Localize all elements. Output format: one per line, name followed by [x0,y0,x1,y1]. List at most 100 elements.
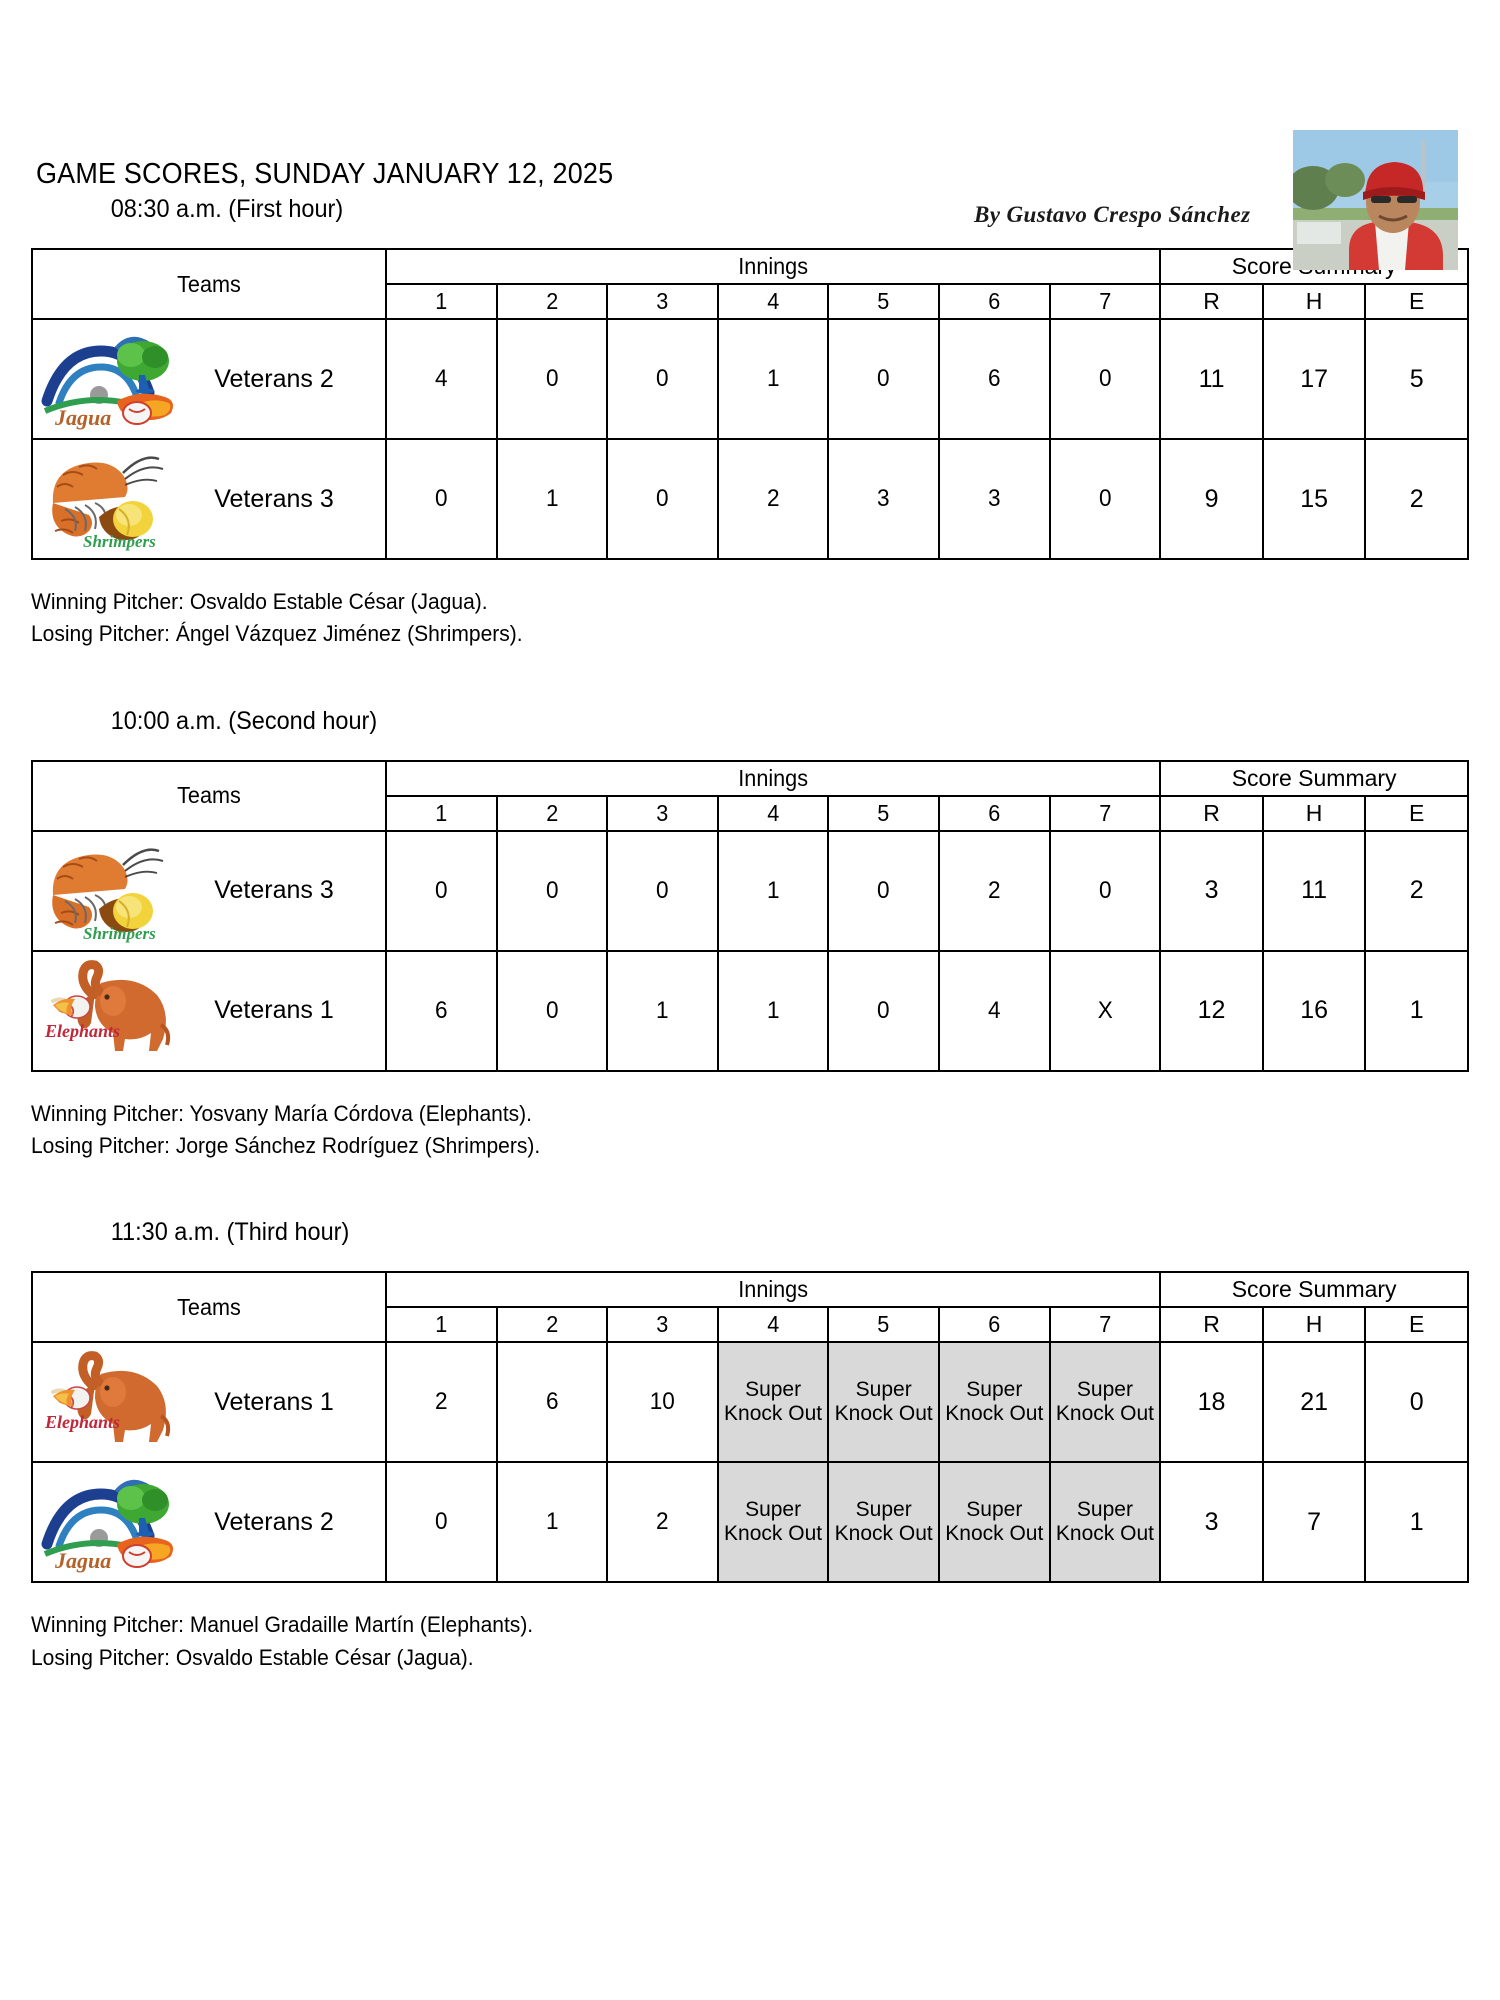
team-cell: Elephants Veterans 1 [31,1341,387,1464]
table-header-row-top: Teams Innings Score Summary [32,248,1469,320]
header-inning-6: 6 [941,794,1048,832]
inning-cell: 3 [941,438,1048,560]
svg-text:Jagua: Jagua [54,405,111,430]
losing-pitcher-label: Losing Pitcher: [31,1644,170,1670]
game-2-score-table: Teams Innings Score Summary 1 2 3 4 5 6 … [31,759,1469,1072]
inning-cell-knockout: Super Knock Out [827,1341,940,1464]
table-header-row-top: Teams Innings Score Summary [32,1271,1469,1344]
table-row: Shrimpers Veterans 3 0 1 0 2 3 3 0 9 15 … [31,438,1469,560]
inning-cell: 0 [388,1461,495,1584]
table-row: Elephants Veterans 1 2 6 10 Super Knock … [31,1341,1469,1464]
document-header: GAME SCORES, SUNDAY JANUARY 12, 2025 By … [28,0,1472,270]
header-innings: Innings [408,248,1138,285]
inning-cell: 0 [498,949,605,1072]
header-inning-2: 2 [498,283,605,320]
inning-cell: 2 [388,1341,495,1464]
game-3-pitchers: Winning Pitcher: Manuel Gradaille Martín… [28,1609,1472,1674]
table-header-row-top: Teams Innings Score Summary [32,759,1469,832]
losing-pitcher-line: Losing Pitcher: Ángel Vázquez Jiménez (S… [31,618,1407,650]
header-inning-4: 4 [720,283,827,320]
team-cell: Elephants Veterans 1 [31,949,387,1072]
game-2-pitchers: Winning Pitcher: Yosvany María Córdova (… [28,1098,1472,1163]
shrimpers-logo-icon: Shrimpers [33,444,185,554]
header-innings: Innings [408,759,1138,797]
inning-cell: 6 [388,949,495,1072]
inning-cell: 0 [609,829,716,952]
inning-cell-knockout: Super Knock Out [1048,1341,1162,1464]
inning-cell: 2 [609,1461,716,1584]
winning-pitcher-label: Winning Pitcher: [31,589,184,614]
header-inning-5: 5 [830,283,937,320]
hits-cell: 7 [1261,1461,1367,1584]
errors-cell: 5 [1364,318,1469,440]
inning-cell: 1 [498,438,605,560]
errors-cell: 1 [1364,949,1469,1072]
game-3-score-table: Teams Innings Score Summary 1 2 3 4 5 6 … [31,1271,1469,1584]
hits-cell: 16 [1261,949,1367,1072]
team-cell: Jagua Veterans 2 [31,1461,387,1584]
runs-cell: 12 [1159,949,1264,1072]
table-row: Elephants Veterans 1 6 0 1 1 0 4 X 12 16… [31,949,1469,1072]
inning-cell: 6 [941,318,1048,440]
header-inning-1: 1 [388,1306,495,1344]
winning-pitcher-name: Yosvany María Córdova (Elephants). [189,1100,533,1126]
header-runs: R [1159,1306,1264,1344]
inning-cell: 0 [498,829,605,952]
header-inning-3: 3 [609,794,716,832]
inning-cell: 6 [498,1341,605,1464]
hits-cell: 11 [1261,829,1367,952]
errors-cell: 1 [1364,1461,1469,1584]
jagua-logo-icon: Jagua [33,324,185,434]
game-1-pitchers: Winning Pitcher: Osvaldo Estable César (… [28,586,1472,651]
inning-cell: X [1051,949,1158,1072]
header-hits: H [1261,283,1367,320]
svg-text:Elephants: Elephants [44,1412,120,1432]
team-name: Veterans 3 [214,876,334,905]
inning-cell: 0 [830,318,937,440]
winning-pitcher-label: Winning Pitcher: [31,1100,184,1126]
inning-cell: 0 [498,318,605,440]
page-title: GAME SCORES, SUNDAY JANUARY 12, 2025 [36,158,614,190]
losing-pitcher-name: Ángel Vázquez Jiménez (Shrimpers). [175,621,523,647]
inning-cell-knockout: Super Knock Out [938,1341,1051,1464]
inning-cell: 2 [941,829,1048,952]
header-inning-1: 1 [388,283,495,320]
inning-cell: 4 [941,949,1048,1072]
header-teams: Teams [41,759,377,832]
header-inning-1: 1 [388,794,495,832]
inning-cell: 1 [720,949,827,1072]
winning-pitcher-line: Winning Pitcher: Manuel Gradaille Martín… [31,1609,1407,1641]
hits-cell: 15 [1261,438,1367,560]
team-name: Veterans 3 [214,484,334,513]
inning-cell: 0 [609,438,716,560]
document-page: GAME SCORES, SUNDAY JANUARY 12, 2025 By … [0,0,1500,2000]
winning-pitcher-name: Osvaldo Estable César (Jagua). [189,589,488,614]
inning-cell: 0 [388,829,495,952]
header-inning-5: 5 [830,1306,937,1344]
header-innings: Innings [408,1271,1138,1309]
header-inning-6: 6 [941,283,1048,320]
inning-cell: 0 [1051,829,1158,952]
team-cell: Shrimpers Veterans 3 [31,829,387,952]
header-inning-2: 2 [498,794,605,832]
hits-cell: 17 [1261,318,1367,440]
inning-cell-knockout: Super Knock Out [716,1461,830,1584]
header-errors: E [1364,283,1469,320]
team-name: Veterans 1 [214,996,334,1025]
header-teams: Teams [41,248,377,320]
inning-cell: 1 [720,318,827,440]
header-inning-6: 6 [941,1306,1048,1344]
inning-cell: 0 [1051,438,1158,560]
header-score-summary: Score Summary [1159,1271,1469,1309]
losing-pitcher-name: Osvaldo Estable César (Jagua). [175,1644,474,1670]
team-name: Veterans 1 [214,1387,334,1416]
runs-cell: 18 [1159,1341,1264,1464]
elephants-logo-icon: Elephants [33,956,185,1066]
svg-text:Shrimpers: Shrimpers [83,532,156,551]
losing-pitcher-label: Losing Pitcher: [31,621,170,647]
header-inning-4: 4 [720,794,827,832]
errors-cell: 2 [1364,438,1469,560]
elephants-logo-icon: Elephants [33,1347,185,1457]
game-3-time-heading: 11:30 a.m. (Third hour) [110,1218,350,1247]
losing-pitcher-label: Losing Pitcher: [31,1132,170,1158]
